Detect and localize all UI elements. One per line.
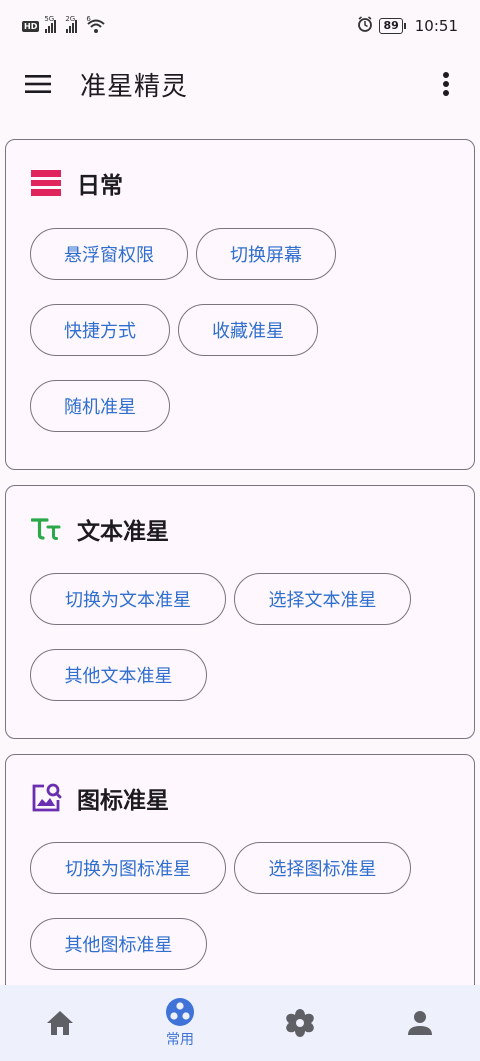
nav-label-common: 常用 (166, 1032, 194, 1048)
chip-random-crosshair[interactable]: 随机准星 (30, 380, 170, 432)
bottom-navigation: 常用 (0, 985, 480, 1061)
card-header: 图标准星 (30, 781, 169, 815)
list-icon (30, 167, 62, 199)
chip-select-icon[interactable]: 选择图标准星 (234, 842, 411, 894)
chip-switch-to-text[interactable]: 切换为文本准星 (30, 573, 226, 625)
person-icon (408, 1011, 432, 1035)
app-bar: 准星精灵 (0, 52, 480, 116)
nav-item-home[interactable] (0, 985, 120, 1061)
chip-favorite-crosshair[interactable]: 收藏准星 (178, 304, 318, 356)
card-header: 文本准星 (30, 512, 169, 546)
settings-flower-icon (286, 1009, 314, 1037)
chip-other-text[interactable]: 其他文本准星 (30, 649, 207, 701)
nav-item-settings[interactable] (240, 985, 360, 1061)
text-format-icon (30, 513, 62, 545)
wifi-label: 6 (86, 15, 91, 23)
home-icon (47, 1011, 73, 1035)
status-left: HD 5G 2G 6 (22, 15, 106, 33)
chip-other-icon[interactable]: 其他图标准星 (30, 918, 207, 970)
alarm-icon (357, 16, 373, 36)
battery-indicator: 89 (379, 18, 407, 34)
chip-overlay-permission[interactable]: 悬浮窗权限 (30, 228, 188, 280)
more-options-button[interactable] (428, 66, 464, 102)
more-vert-icon (443, 72, 449, 96)
status-right: 89 10:51 (357, 16, 458, 36)
signal-5g-label: 5G (44, 15, 55, 23)
hamburger-menu-icon (25, 75, 51, 93)
card-title: 文本准星 (77, 519, 169, 545)
card-text-crosshair: 文本准星 切换为文本准星 选择文本准星 其他文本准星 (5, 485, 475, 739)
card-daily: 日常 悬浮窗权限 切换屏幕 快捷方式 收藏准星 随机准星 (5, 139, 475, 470)
hd-badge: HD (22, 20, 40, 32)
card-title: 图标准星 (77, 788, 169, 814)
signal-2g-label: 2G (65, 15, 76, 23)
card-header: 日常 (30, 166, 123, 200)
image-search-icon (30, 782, 62, 814)
chip-shortcut[interactable]: 快捷方式 (30, 304, 170, 356)
status-bar: HD 5G 2G 6 89 10:51 (0, 0, 480, 52)
menu-button[interactable] (20, 66, 56, 102)
card-title: 日常 (77, 173, 123, 199)
chip-select-text[interactable]: 选择文本准星 (234, 573, 411, 625)
signal-2g-icon: 2G (65, 15, 78, 33)
common-icon (166, 998, 194, 1026)
wifi-icon: 6 (86, 15, 106, 33)
clock: 10:51 (414, 17, 458, 35)
nav-item-profile[interactable] (360, 985, 480, 1061)
signal-5g-icon: 5G (44, 15, 57, 33)
chip-switch-to-icon[interactable]: 切换为图标准星 (30, 842, 226, 894)
nav-item-common[interactable]: 常用 (120, 985, 240, 1061)
page-title: 准星精灵 (80, 71, 189, 102)
chip-switch-screen[interactable]: 切换屏幕 (196, 228, 336, 280)
